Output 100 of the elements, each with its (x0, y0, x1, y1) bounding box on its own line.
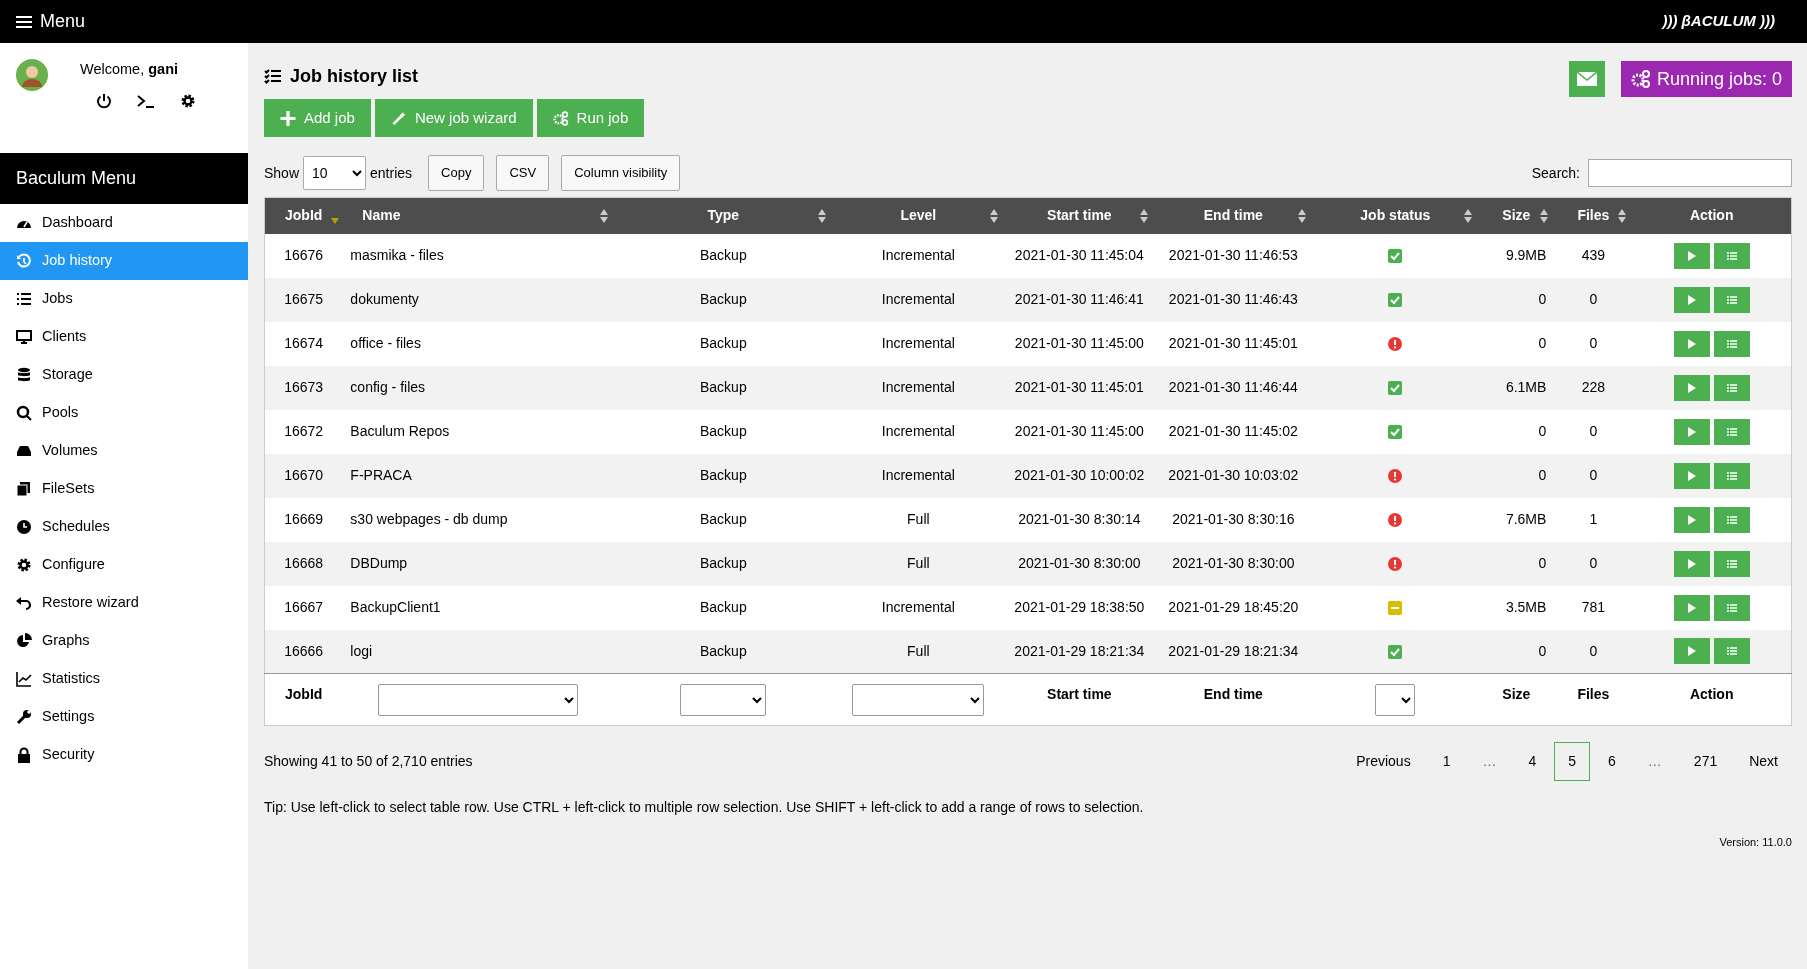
table-tool-button[interactable]: CSV (496, 155, 550, 191)
sidebar-item[interactable]: Configure (0, 546, 248, 584)
files-icon (16, 481, 32, 497)
table-cell: 6.1MB (1478, 365, 1555, 410)
column-header[interactable]: Files (1554, 197, 1633, 234)
database-icon (16, 367, 32, 383)
details-button[interactable] (1713, 462, 1750, 489)
filter-select[interactable] (852, 684, 985, 716)
sidebar-item[interactable]: Dashboard (0, 204, 248, 242)
running-jobs-button[interactable]: Running jobs: 0 (1620, 61, 1792, 97)
run-button[interactable] (1673, 330, 1710, 357)
search-field[interactable] (1588, 159, 1792, 187)
sidebar-item[interactable]: Clients (0, 318, 248, 356)
table-cell: 1 (1554, 497, 1633, 542)
run-button[interactable] (1673, 242, 1710, 269)
details-button[interactable] (1713, 242, 1750, 269)
sidebar-item[interactable]: Pools (0, 394, 248, 432)
play-icon (1687, 338, 1696, 349)
table-cell: Backup (614, 541, 833, 586)
run-button[interactable] (1673, 638, 1710, 665)
filter-select[interactable] (680, 684, 767, 716)
table-cell: 16675 (264, 277, 343, 322)
envelope-icon (1576, 72, 1597, 86)
mail-button[interactable] (1568, 61, 1605, 97)
pagination-link[interactable]: Next (1735, 742, 1792, 781)
play-icon (1687, 558, 1696, 569)
column-header[interactable]: Type (614, 197, 833, 234)
show-label: Show (264, 163, 300, 183)
sidebar-item[interactable]: Statistics (0, 660, 248, 698)
pagination-link[interactable]: 271 (1679, 742, 1732, 781)
menu-toggle[interactable]: Menu (16, 8, 86, 35)
table-cell: DBDump (342, 541, 615, 586)
page-size-select[interactable]: 10 (303, 156, 367, 190)
column-header[interactable]: Start time (1004, 197, 1155, 234)
details-button[interactable] (1713, 550, 1750, 577)
column-header[interactable]: Size (1478, 197, 1555, 234)
column-footer: Start time (1047, 686, 1112, 702)
table-cell: 0 (1554, 541, 1633, 586)
sidebar-item[interactable]: Security (0, 736, 248, 774)
column-header[interactable]: Name (342, 197, 615, 234)
table-cell: Backup (614, 453, 833, 498)
table-cell: 9.9MB (1478, 233, 1555, 278)
run-button[interactable] (1673, 286, 1710, 313)
sidebar-item[interactable]: Restore wizard (0, 584, 248, 622)
lock-icon (16, 747, 32, 763)
sidebar-item[interactable]: Schedules (0, 508, 248, 546)
page-title: Job history list (290, 64, 419, 88)
run-button[interactable] (1673, 594, 1710, 621)
details-button[interactable] (1713, 418, 1750, 445)
filter-select[interactable] (1375, 684, 1416, 716)
sidebar-item[interactable]: Graphs (0, 622, 248, 660)
table-tool-button[interactable]: Copy (428, 155, 485, 191)
column-header[interactable]: Action (1632, 197, 1792, 234)
run-button[interactable] (1673, 506, 1710, 533)
sidebar-item[interactable]: Settings (0, 698, 248, 736)
table-cell: 0 (1554, 409, 1633, 454)
run-button[interactable] (1673, 550, 1710, 577)
pagination-link[interactable]: Previous (1342, 742, 1425, 781)
details-button[interactable] (1713, 638, 1750, 665)
table-cell: 0 (1478, 453, 1555, 498)
settings-icon[interactable] (180, 92, 196, 109)
gears-icon (1630, 70, 1651, 88)
details-button[interactable] (1713, 286, 1750, 313)
power-icon[interactable] (96, 92, 112, 109)
sidebar-item[interactable]: Volumes (0, 432, 248, 470)
table-tool-button[interactable]: Column visibility (561, 155, 681, 191)
table-cell: s30 webpages - db dump (342, 497, 615, 542)
details-button[interactable] (1713, 594, 1750, 621)
table-cell: masmika - files (342, 233, 615, 278)
run-button[interactable] (1673, 462, 1710, 489)
column-header[interactable]: End time (1154, 197, 1313, 234)
table-cell: 2021-01-30 11:45:04 (1004, 233, 1155, 278)
table-cell: 2021-01-30 8:30:14 (1004, 497, 1155, 542)
sidebar-item[interactable]: FileSets (0, 470, 248, 508)
pagination-link[interactable]: 6 (1594, 742, 1630, 781)
play-icon (1687, 250, 1696, 261)
column-header[interactable]: JobId (264, 197, 343, 234)
play-icon (1687, 294, 1696, 305)
details-button[interactable] (1713, 374, 1750, 401)
pagination-link[interactable]: 5 (1554, 742, 1591, 781)
column-header[interactable]: Job status (1312, 197, 1479, 234)
table-cell: BackupClient1 (342, 585, 615, 630)
table-cell: Incremental (832, 453, 1005, 498)
welcome-text: Welcome, gani (80, 60, 180, 79)
play-icon (1687, 426, 1696, 437)
details-button[interactable] (1713, 330, 1750, 357)
run-button[interactable] (1673, 418, 1710, 445)
table-cell: dokumenty (342, 277, 615, 322)
table-cell: office - files (342, 321, 615, 366)
terminal-icon[interactable] (136, 92, 156, 109)
sidebar-item[interactable]: Storage (0, 356, 248, 394)
history-icon (16, 253, 32, 269)
pagination-link[interactable]: 4 (1514, 742, 1551, 781)
column-header[interactable]: Level (832, 197, 1005, 234)
pagination-link[interactable]: 1 (1428, 742, 1465, 781)
filter-select[interactable] (378, 684, 579, 716)
plus-icon (280, 110, 296, 126)
sidebar-item[interactable]: Jobs (0, 280, 248, 318)
run-button[interactable] (1673, 374, 1710, 401)
details-button[interactable] (1713, 506, 1750, 533)
